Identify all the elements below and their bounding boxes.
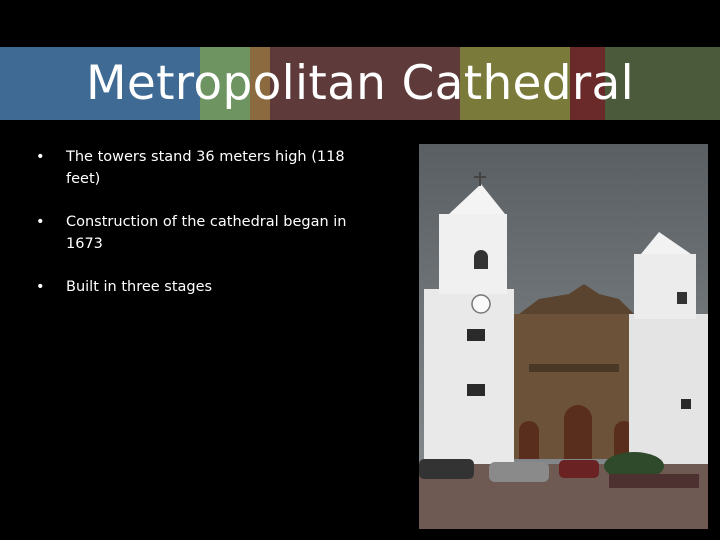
bullet-item: • Construction of the cathedral began in… [36,211,366,255]
bullet-dot: • [36,214,45,230]
clock-icon [471,294,491,314]
bullet-item: • The towers stand 36 meters high (118 f… [36,146,366,190]
side-door [519,421,539,459]
bullet-text: Construction of the cathedral began in 1… [66,214,347,252]
bullet-dot: • [36,149,45,165]
car [559,460,599,478]
right-tower [629,314,708,464]
bullet-item: • Built in three stages [36,276,366,298]
car [419,459,474,479]
cathedral-illustration [419,144,708,529]
bullet-text: The towers stand 36 meters high (118 fee… [66,149,345,187]
main-door [564,405,592,459]
bullet-dot: • [36,279,45,295]
bullet-list: • The towers stand 36 meters high (118 f… [36,146,366,319]
slide-title: Metropolitan Cathedral [86,56,634,111]
car [489,462,549,482]
bullet-text: Built in three stages [66,279,213,295]
left-tower [424,289,514,464]
cathedral-photo [419,144,708,529]
